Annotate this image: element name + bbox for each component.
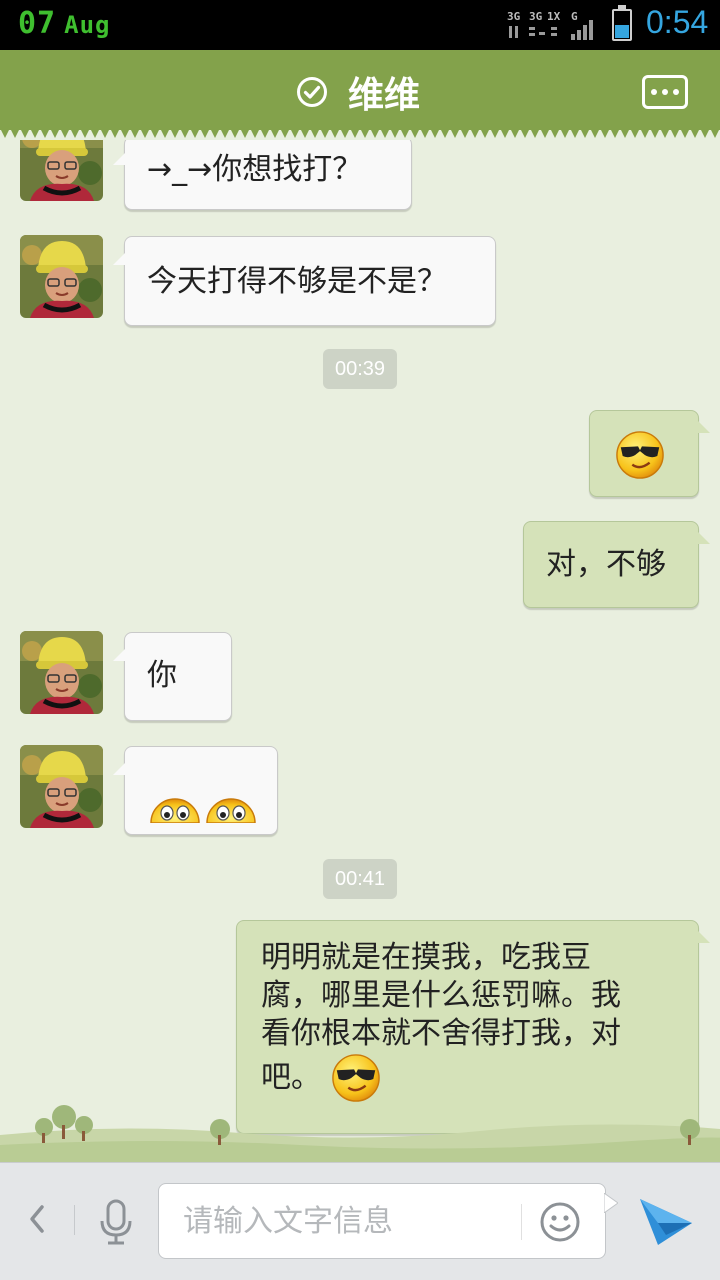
divider <box>74 1205 75 1235</box>
message-timestamp: 00:41 <box>323 859 397 899</box>
message-text: →_→你想找打？ <box>147 152 363 187</box>
message-text-input[interactable] <box>183 1198 513 1244</box>
outgoing-message-bubble[interactable]: 对，不够 <box>523 521 710 608</box>
chat-header: 维维 <box>0 50 720 130</box>
chat-title: 维维 <box>348 75 421 116</box>
network-signal-icon: 3G 3G 1X G <box>507 10 593 40</box>
message-text: 你 <box>147 658 177 693</box>
message-input-field[interactable] <box>158 1183 606 1259</box>
status-date-day: 07 <box>18 6 57 41</box>
incoming-message-bubble[interactable]: 你 <box>113 632 232 721</box>
contact-avatar[interactable] <box>20 235 103 318</box>
incoming-message-bubble[interactable] <box>113 746 278 835</box>
svg-text:1X: 1X <box>547 10 561 23</box>
message-timestamp: 00:39 <box>323 349 397 389</box>
more-options-button[interactable] <box>642 75 688 109</box>
svg-text:3G: 3G <box>529 10 543 23</box>
contact-avatar[interactable] <box>20 631 103 714</box>
incoming-message-bubble[interactable]: →_→你想找打？ <box>113 140 412 210</box>
chat-message-list[interactable]: →_→你想找打？ 今天打得不够是不是？ 00:39 对，不够 你 00:41 明… <box>0 140 720 1162</box>
status-date: 07 Aug <box>18 6 110 41</box>
message-text: 明明就是在摸我，吃我豆 腐，哪里是什么惩罚嘛。我 看你根本就不舍得打我，对 吧。 <box>261 939 621 1103</box>
status-time: 0:54 <box>646 4 709 40</box>
smiley-icon[interactable] <box>539 1201 581 1243</box>
chat-title-area: 维维 <box>296 72 420 116</box>
message-text: 今天打得不够是不是？ <box>147 264 447 299</box>
send-icon[interactable] <box>636 1193 696 1249</box>
message-text: 对，不够 <box>546 547 666 582</box>
status-bar: 07 Aug 3G 3G 1X G 0:54 <box>0 0 720 50</box>
microphone-icon[interactable] <box>96 1197 136 1247</box>
contact-avatar[interactable] <box>20 140 103 201</box>
incoming-message-bubble[interactable]: 今天打得不够是不是？ <box>113 236 496 326</box>
more-dots-icon <box>651 89 657 95</box>
peeking-eyes-emoji <box>149 793 201 823</box>
svg-text:3G: 3G <box>507 10 521 23</box>
outgoing-message-bubble[interactable] <box>589 410 710 497</box>
svg-text:G: G <box>571 10 578 23</box>
peeking-eyes-emoji <box>205 793 257 823</box>
message-input-bar <box>0 1162 720 1280</box>
contact-avatar[interactable] <box>20 745 103 828</box>
status-date-month: Aug <box>64 11 111 39</box>
check-circle-icon <box>297 77 327 107</box>
landscape-decoration <box>0 1105 720 1162</box>
divider <box>521 1204 522 1240</box>
battery-icon <box>612 5 632 41</box>
cool-face-emoji <box>615 430 665 480</box>
chevron-left-icon[interactable] <box>22 1199 52 1239</box>
input-tail-decoration <box>604 1193 618 1213</box>
header-zigzag-edge <box>0 128 720 138</box>
